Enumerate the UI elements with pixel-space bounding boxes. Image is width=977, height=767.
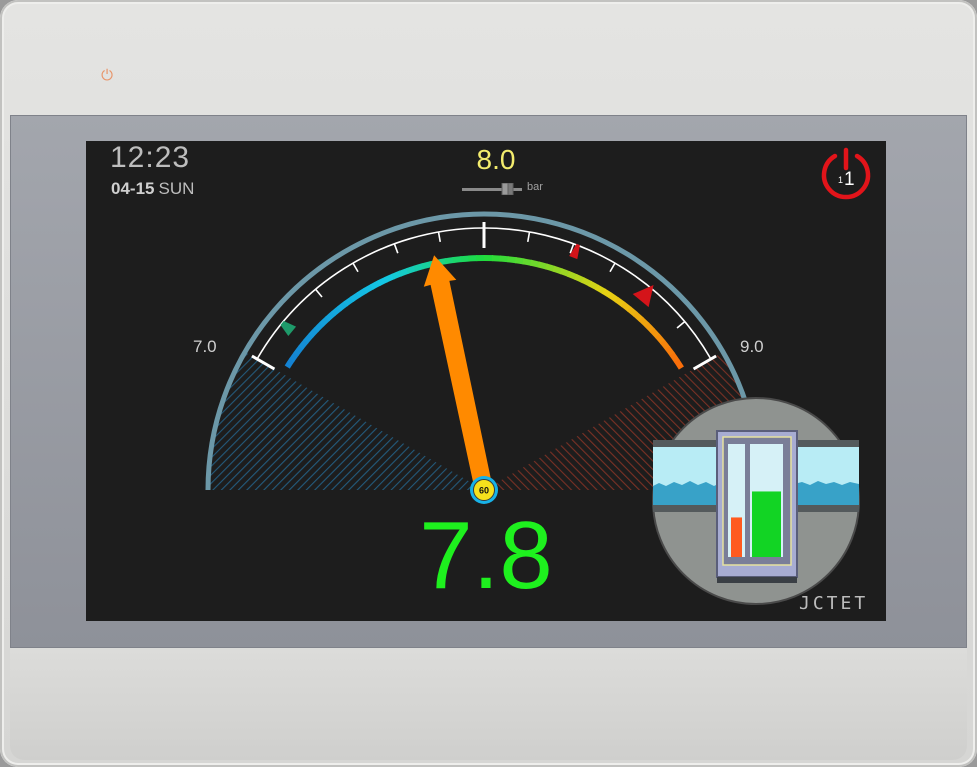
gauge-band-segment	[638, 316, 650, 328]
gauge-max-label: 9.0	[740, 337, 764, 356]
gauge-band-segment	[559, 268, 571, 278]
gauge-color-band	[284, 254, 684, 370]
tank-level-icon[interactable]	[652, 397, 860, 605]
low-zone-hatch	[208, 352, 484, 490]
gauge-band-segment	[452, 256, 463, 264]
gauge-band-segment	[289, 351, 300, 363]
gauge-band-segment	[545, 263, 556, 272]
power-led-icon: ⏻	[101, 67, 113, 84]
gauge-band-segment	[421, 261, 432, 270]
gauge-band-segment	[337, 300, 349, 312]
tank-level-left	[731, 517, 742, 557]
gauge-tick	[393, 243, 399, 254]
gauge-band-segment	[406, 265, 417, 274]
gauge-band-segment	[298, 338, 309, 350]
gauge-band-segment	[308, 327, 319, 338]
gauge-band-segment	[567, 271, 578, 280]
gauge-band-segment	[588, 280, 600, 291]
gauge-band-segment	[530, 259, 541, 268]
gauge-band-segment	[398, 267, 410, 277]
gauge-band-segment	[331, 305, 342, 317]
gauge-tick	[314, 288, 323, 298]
gauge-band-segment	[633, 311, 644, 323]
gauge-band-segment	[384, 273, 395, 283]
gauge-band-segment	[370, 280, 381, 290]
alarm-limit-marker	[632, 285, 654, 308]
gauge-band-segment	[319, 316, 331, 327]
gauge-hub-label: 60	[479, 486, 489, 496]
gauge-band-segment	[669, 352, 680, 364]
gauge-band-segment	[664, 345, 676, 357]
gauge-band-segment	[391, 270, 403, 280]
brand-logo: JCTET	[799, 593, 869, 614]
gauge-band-segment	[655, 333, 666, 345]
gauge-band-segment	[356, 287, 368, 298]
gauge-band-segment	[325, 310, 336, 322]
gauge-band-segment	[574, 274, 585, 284]
gauge-tick	[676, 320, 686, 329]
gauge-band-segment	[514, 257, 525, 265]
gauge-min-label: 7.0	[193, 337, 217, 356]
tank-level-right	[752, 491, 781, 557]
gauge-band-segment	[581, 277, 593, 287]
gauge-tick	[609, 262, 616, 273]
gauge-band-segment	[444, 256, 455, 265]
gauge-band-segment	[537, 261, 548, 270]
gauge-tick	[526, 231, 531, 242]
gauge-band-segment	[522, 258, 533, 266]
gauge-band-segment	[293, 344, 304, 356]
gauge-band-segment	[552, 265, 563, 275]
gauge-needle	[423, 255, 493, 492]
gauge-band-segment	[620, 301, 632, 312]
gauge-band-segment	[343, 296, 355, 307]
gauge-band-segment	[660, 339, 671, 351]
gauge-band-segment	[313, 321, 325, 333]
gauge-band-segment	[644, 322, 656, 333]
gauge-band-segment	[284, 357, 295, 369]
gauge-band-segment	[377, 276, 388, 287]
gauge-tick	[352, 262, 359, 273]
gauge-band-segment	[673, 358, 684, 370]
gauge-band-segment	[349, 291, 361, 302]
gauge-band-segment	[601, 288, 613, 299]
pressure-readout: 7.8	[419, 502, 553, 609]
gauge-band-segment	[608, 292, 620, 303]
gauge-tick	[437, 231, 442, 242]
gauge-band-segment	[595, 284, 606, 295]
gauge-band-segment	[499, 255, 509, 263]
gauge-band-segment	[413, 263, 425, 272]
low-limit-marker	[280, 321, 297, 337]
bezel-bottom	[10, 648, 967, 760]
gauge-band-segment	[507, 256, 517, 264]
gauge-band-segment	[614, 297, 626, 308]
gauge-band-segment	[627, 306, 638, 317]
gauge-band-segment	[303, 332, 314, 344]
gauge-band-segment	[460, 255, 470, 263]
gauge-band-segment	[649, 327, 661, 339]
gauge-band-segment	[363, 283, 375, 294]
hmi-screen: 12:23 04-15 SUN 8.0 bar 1 1 60 7.0 9.0 7…	[86, 141, 886, 621]
